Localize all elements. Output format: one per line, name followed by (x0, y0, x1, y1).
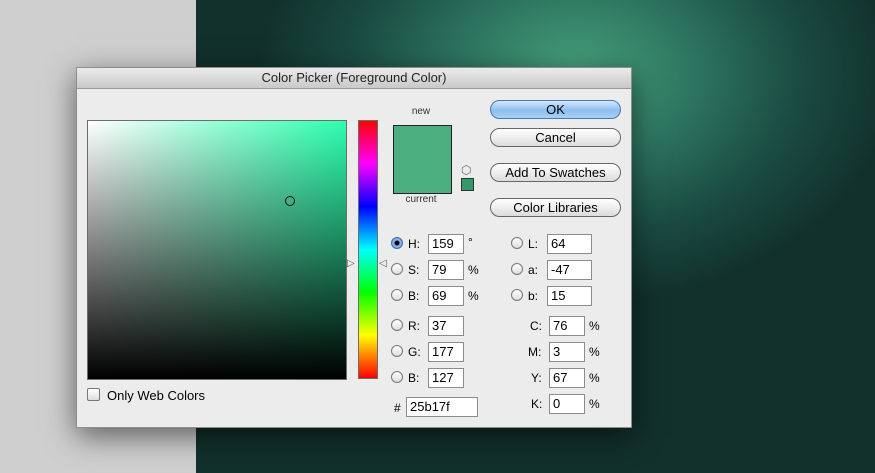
lab-a-radio[interactable] (511, 263, 523, 275)
brightness-radio[interactable] (391, 289, 403, 301)
lab-b-radio[interactable] (511, 289, 523, 301)
brightness-label: B: (408, 289, 420, 303)
hue-radio[interactable] (391, 237, 403, 249)
brightness-unit: % (468, 289, 479, 303)
yellow-label: Y: (531, 371, 542, 385)
ok-button[interactable]: OK (490, 100, 621, 119)
new-color-swatch (393, 125, 452, 160)
red-input[interactable]: 37 (428, 316, 464, 336)
cyan-input[interactable]: 76 (549, 316, 585, 336)
hue-slider-left-arrow-icon[interactable]: ▷ (347, 258, 355, 269)
yellow-input[interactable]: 67 (549, 368, 585, 388)
saturation-input[interactable]: 79 (428, 260, 464, 280)
window-title: Color Picker (Foreground Color) (77, 68, 631, 89)
cyan-unit: % (589, 319, 600, 333)
only-web-colors-label: Only Web Colors (107, 388, 206, 403)
hue-input[interactable]: 159 (428, 234, 464, 254)
color-field-picker-circle[interactable] (285, 196, 295, 206)
color-field[interactable] (87, 120, 347, 380)
brightness-input[interactable]: 69 (428, 286, 464, 306)
red-radio[interactable] (391, 319, 403, 331)
hex-label: # (394, 401, 401, 415)
blue-input[interactable]: 127 (428, 368, 464, 388)
magenta-unit: % (589, 345, 600, 359)
red-label: R: (408, 319, 420, 333)
hue-slider-right-arrow-icon[interactable]: ◁ (379, 258, 387, 269)
yellow-unit: % (589, 371, 600, 385)
black-unit: % (589, 397, 600, 411)
blue-label: B: (408, 371, 420, 385)
saturation-radio[interactable] (391, 263, 403, 275)
lab-b-label: b: (528, 289, 539, 303)
lab-a-input[interactable]: -47 (547, 260, 592, 280)
hue-unit: ° (468, 235, 473, 249)
blue-radio[interactable] (391, 371, 403, 383)
green-input[interactable]: 177 (428, 342, 464, 362)
saturation-label: S: (408, 263, 420, 277)
black-input[interactable]: 0 (549, 394, 585, 414)
lab-b-input[interactable]: 15 (547, 286, 592, 306)
new-color-label: new (411, 106, 431, 117)
current-color-label: current (405, 194, 437, 205)
hue-label: H: (408, 237, 420, 251)
lab-l-input[interactable]: 64 (547, 234, 592, 254)
cyan-label: C: (530, 319, 542, 333)
hex-input[interactable]: 25b17f (406, 397, 478, 417)
green-label: G: (408, 345, 421, 359)
current-color-swatch[interactable] (393, 159, 452, 194)
black-label: K: (531, 397, 543, 411)
lab-a-label: a: (528, 263, 539, 277)
color-picker-dialog: Color Picker (Foreground Color) ▷ ◁ new … (76, 67, 632, 428)
only-web-colors-checkbox[interactable] (87, 388, 100, 401)
hue-slider[interactable] (358, 120, 378, 379)
add-to-swatches-button[interactable]: Add To Swatches (490, 163, 621, 182)
saturation-unit: % (468, 263, 479, 277)
websafe-color-swatch[interactable] (461, 178, 474, 191)
lab-l-label: L: (528, 237, 539, 251)
magenta-input[interactable]: 3 (549, 342, 585, 362)
green-radio[interactable] (391, 345, 403, 357)
lab-l-radio[interactable] (511, 237, 523, 249)
color-libraries-button[interactable]: Color Libraries (490, 198, 621, 217)
cancel-button[interactable]: Cancel (490, 128, 621, 147)
websafe-cube-icon[interactable]: ⬡ (461, 163, 471, 177)
magenta-label: M: (528, 345, 542, 359)
